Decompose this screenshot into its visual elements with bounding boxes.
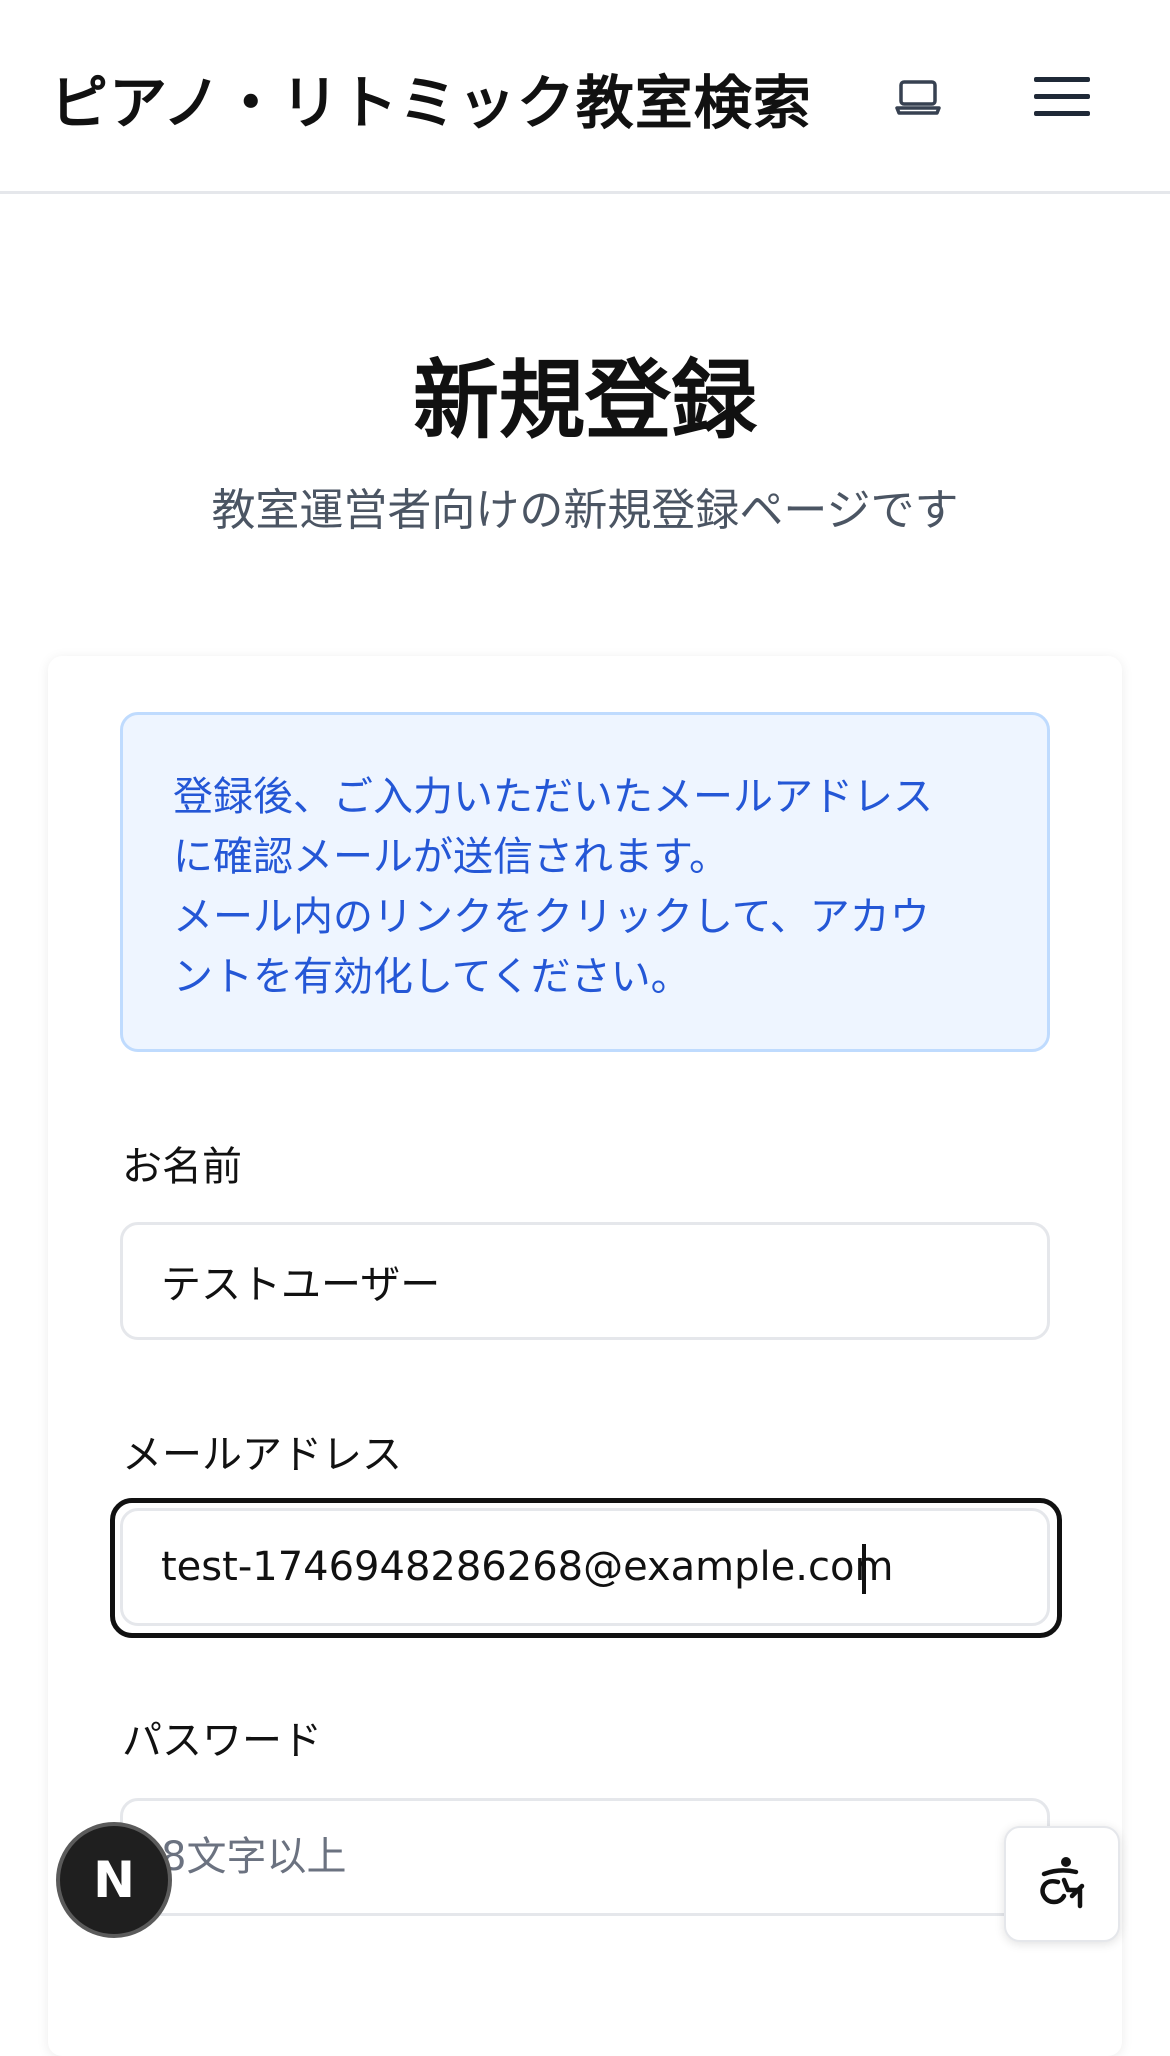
theme-toggle-button[interactable] bbox=[880, 62, 956, 132]
notice-line: ントを有効化してください。 bbox=[173, 954, 691, 1000]
site-header: ピアノ・リトミック教室検索 bbox=[0, 0, 1170, 194]
site-title[interactable]: ピアノ・リトミック教室検索 bbox=[50, 56, 812, 140]
menu-button[interactable] bbox=[1020, 60, 1104, 134]
notice-line: 登録後、ご入力いただいたメールアドレス bbox=[173, 774, 933, 820]
accessibility-icon bbox=[1040, 1857, 1085, 1909]
hamburger-menu-icon bbox=[1034, 77, 1090, 116]
accessibility-button[interactable] bbox=[1004, 1826, 1120, 1942]
email-field[interactable] bbox=[120, 1508, 1050, 1626]
password-field[interactable] bbox=[120, 1798, 1050, 1916]
notice-line: メール内のリンクをクリックして、アカウ bbox=[173, 894, 930, 940]
page-title: 新規登録 bbox=[413, 351, 757, 451]
confirmation-notice: 登録後、ご入力いただいたメールアドレス に確認メールが送信されます。 メール内の… bbox=[120, 712, 1050, 1052]
page-subtitle: 教室運営者向けの新規登録ページです bbox=[211, 485, 959, 536]
laptop-icon bbox=[895, 80, 941, 115]
notice-line: に確認メールが送信されます。 bbox=[173, 834, 729, 880]
dev-tools-badge[interactable]: N bbox=[56, 1822, 172, 1938]
text-cursor bbox=[862, 1544, 866, 1594]
name-label: お名前 bbox=[122, 1144, 242, 1190]
password-label: パスワード bbox=[122, 1718, 322, 1764]
name-field[interactable] bbox=[120, 1222, 1050, 1340]
email-label: メールアドレス bbox=[122, 1432, 402, 1478]
